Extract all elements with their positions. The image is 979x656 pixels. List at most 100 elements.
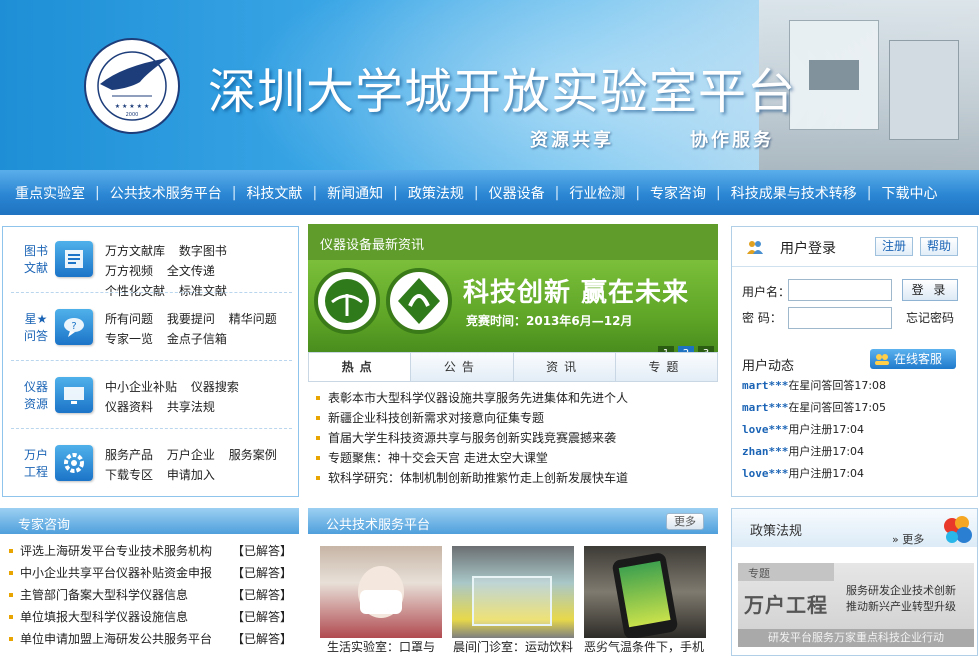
password-input[interactable] [788, 307, 892, 329]
list-item[interactable]: mart***在星问答回答17:08 [742, 375, 886, 397]
link-idea-mailbox[interactable]: 金点子信箱 [167, 332, 227, 346]
link-best-questions[interactable]: 精华问题 [229, 312, 277, 326]
service-header[interactable]: 公共技术服务平台 [308, 508, 718, 534]
category-name[interactable]: 仪器资源 [21, 379, 51, 413]
list-item[interactable]: 单位申请加盟上海研发公共服务平台 【已解答】 [0, 628, 299, 650]
status-badge: 【已解答】 [232, 566, 293, 580]
svg-text:★ ★ ★ ★ ★: ★ ★ ★ ★ ★ [115, 103, 150, 110]
link-download-zone[interactable]: 下载专区 [105, 468, 153, 482]
link-instrument-info[interactable]: 仪器资料 [105, 400, 153, 414]
header-banner: ★ ★ ★ ★ ★ 2000 深圳大学城开放实验室平台 资源共享 协作服务 [0, 0, 979, 170]
topic-banner[interactable]: 专题 万户工程 服务研发企业技术创新 推动新兴产业转型升级 研发平台服务万家重点… [738, 563, 974, 647]
policy-title[interactable]: 政策法规 [750, 520, 802, 539]
login-button[interactable]: 登 录 [902, 279, 958, 301]
nav-item[interactable]: 仪器设备 | [489, 183, 570, 203]
slogan-resource-sharing: 资源共享 [530, 130, 614, 151]
promo-date: 竞赛时间：2013年6月—12月 [466, 314, 633, 328]
list-item[interactable]: mart***在星问答回答17:05 [742, 397, 886, 419]
divider [11, 360, 292, 361]
login-panel: 用户登录 注册 帮助 用户名： 密 码： 登 录 忘记密码 用户动态 在线客服 … [731, 226, 978, 497]
status-badge: 【已解答】 [232, 544, 293, 558]
link-digital-books[interactable]: 数字图书 [179, 244, 227, 258]
document-icon[interactable] [55, 241, 93, 277]
register-button[interactable]: 注册 [875, 237, 914, 256]
link-sme-subsidy[interactable]: 中小企业补贴 [105, 380, 177, 394]
users-icon [746, 238, 764, 256]
monitor-icon[interactable] [55, 377, 93, 413]
list-item[interactable]: love***用户注册17:04 [742, 419, 886, 441]
password-label: 密 码： [742, 311, 782, 325]
tab-topics[interactable]: 专题 [616, 353, 717, 381]
link-all-questions[interactable]: 所有问题 [105, 312, 153, 326]
expert-header[interactable]: 专家咨询 [0, 508, 299, 534]
nav-separator: | [312, 184, 318, 201]
category-links: 所有问题 我要提问 精华问题 专家一览 金点子信箱 [105, 309, 293, 349]
qa-icon[interactable]: ? [55, 309, 93, 345]
list-item[interactable]: zhan***用户注册17:04 [742, 441, 886, 463]
nav-item[interactable]: 下载中心 [881, 183, 937, 203]
list-item[interactable]: 软科学研究：体制机制创新助推紫竹走上创新发展快车道 [308, 468, 718, 488]
login-header: 用户登录 注册 帮助 [732, 227, 977, 267]
list-item[interactable]: 专题聚焦：神十交会天宫 走进太空大课堂 [308, 448, 718, 468]
gear-icon[interactable] [55, 445, 93, 481]
link-wanfang-library[interactable]: 万方文献库 [105, 244, 165, 258]
link-instrument-search[interactable]: 仪器搜索 [191, 380, 239, 394]
list-item[interactable]: love***用户注册17:04 [742, 463, 886, 485]
topic-description: 服务研发企业技术创新 推动新兴产业转型升级 [846, 584, 956, 613]
policy-more-link[interactable]: » 更多 [892, 531, 924, 547]
nav-item[interactable]: 政策法规 | [408, 183, 489, 203]
link-wanhu-enterprises[interactable]: 万户企业 [167, 448, 215, 462]
share-logo-icon [314, 268, 380, 334]
link-service-cases[interactable]: 服务案例 [229, 448, 277, 462]
link-expert-list[interactable]: 专家一览 [105, 332, 153, 346]
list-item[interactable]: 新疆企业科技创新需求对接意向征集专题 [308, 408, 718, 428]
username-label: 用户名： [742, 285, 791, 299]
topic-label: 专题 [738, 563, 834, 581]
slogan-collaboration: 协作服务 [690, 130, 774, 151]
link-fulltext-delivery[interactable]: 全文传递 [167, 264, 215, 278]
nav-item[interactable]: 科技成果与技术转移 | [731, 183, 882, 203]
nav-item[interactable]: 重点实验室 | [15, 183, 110, 203]
service-more-button[interactable]: 更多 [666, 513, 704, 530]
university-logo[interactable]: ★ ★ ★ ★ ★ 2000 [82, 36, 182, 136]
list-item[interactable]: 单位填报大型科学仪器设施信息 【已解答】 [0, 606, 299, 628]
link-apply-join[interactable]: 申请加入 [167, 468, 215, 482]
nav-item[interactable]: 专家咨询 | [650, 183, 731, 203]
forgot-password-link[interactable]: 忘记密码 [906, 309, 954, 326]
category-name[interactable]: 星★问答 [21, 311, 51, 345]
nav-item[interactable]: 行业检测 | [569, 183, 650, 203]
divider [11, 428, 292, 429]
thumbnail-phone[interactable] [584, 546, 706, 638]
nav-separator: | [95, 184, 100, 201]
svg-text:?: ? [71, 321, 76, 332]
news-list: 表彰本市大型科学仪器设施共享服务先进集体和先进个人 新疆企业科技创新需求对接意向… [308, 388, 718, 488]
nav-item[interactable]: 新闻通知 | [327, 183, 408, 203]
tab-hot[interactable]: 热点 [309, 353, 412, 381]
caption-mask[interactable]: 生活实验室：口罩与 [327, 638, 435, 655]
username-input[interactable] [788, 279, 892, 301]
online-service-button[interactable]: 在线客服 [870, 349, 956, 369]
caption-drink[interactable]: 晨间门诊室：运动饮料 [453, 638, 573, 655]
link-wanfang-video[interactable]: 万方视频 [105, 264, 153, 278]
category-name[interactable]: 图书文献 [21, 243, 51, 277]
list-item[interactable]: 首届大学生科技资源共享与服务创新实践竞赛震撼来袭 [308, 428, 718, 448]
tab-info[interactable]: 资讯 [514, 353, 616, 381]
list-item[interactable]: 中小企业共享平台仪器补贴资金申报 【已解答】 [0, 562, 299, 584]
help-button[interactable]: 帮助 [920, 237, 959, 256]
caption-phone[interactable]: 恶劣气温条件下，手机 [584, 638, 704, 655]
list-item[interactable]: 表彰本市大型科学仪器设施共享服务先进集体和先进个人 [308, 388, 718, 408]
link-service-products[interactable]: 服务产品 [105, 448, 153, 462]
nav-item[interactable]: 科技文献 | [246, 183, 327, 203]
link-sharing-laws[interactable]: 共享法规 [167, 400, 215, 414]
list-item[interactable]: 评选上海研发平台专业技术服务机构 【已解答】 [0, 540, 299, 562]
thumbnail-mask[interactable] [320, 546, 442, 638]
thumbnail-drink[interactable] [452, 546, 574, 638]
list-item[interactable]: 主管部门备案大型科学仪器信息 【已解答】 [0, 584, 299, 606]
tab-announcement[interactable]: 公告 [411, 353, 514, 381]
link-ask-question[interactable]: 我要提问 [167, 312, 215, 326]
nav-separator: | [554, 184, 560, 201]
category-wanhu: 万户工程 服务产品 万户企业 服务案例 下载专区 申请加入 [3, 431, 300, 497]
nav-item[interactable]: 公共技术服务平台 | [110, 183, 247, 203]
category-name[interactable]: 万户工程 [21, 447, 51, 481]
decorative-dots-icon [944, 516, 972, 543]
